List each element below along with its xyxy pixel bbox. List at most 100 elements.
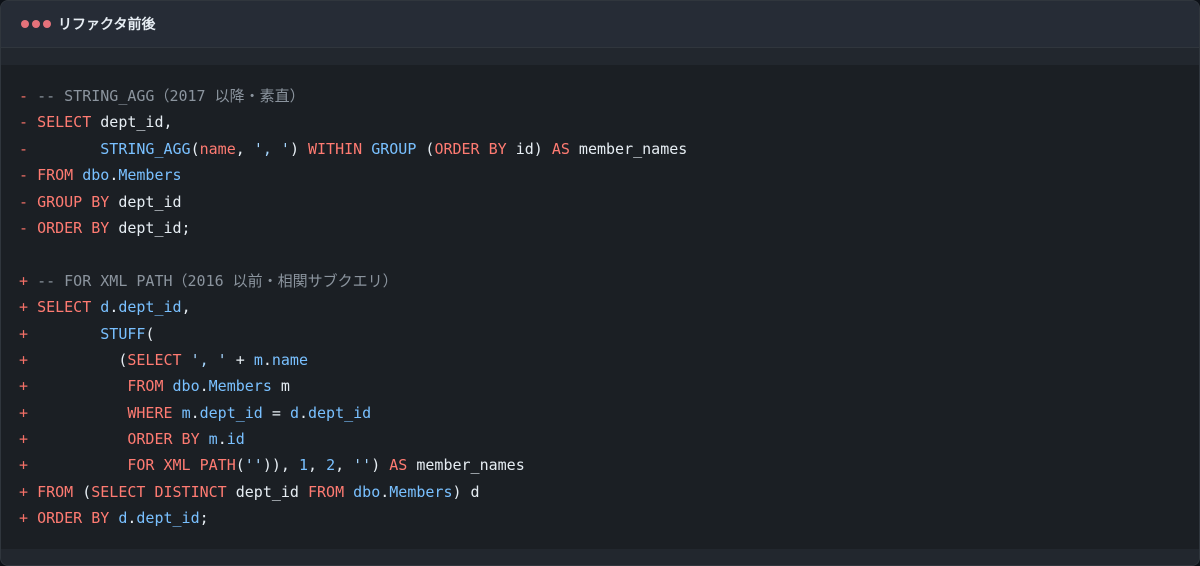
diff-marker: -	[19, 139, 38, 158]
code-token: ,	[235, 139, 254, 158]
code-token: 1	[298, 456, 308, 475]
code-line: - FROM dbo.Members	[19, 162, 687, 188]
code-token: .	[262, 350, 272, 369]
code-token: dept_id	[109, 192, 182, 211]
diff-marker: -	[19, 218, 38, 237]
code-token: dept_id	[118, 298, 182, 317]
code-token: AS	[389, 456, 408, 475]
code-token: ;	[199, 509, 209, 528]
diff-marker: -	[19, 192, 38, 211]
footer-band	[1, 549, 1199, 565]
code-token: 2	[326, 456, 336, 475]
code-token: .	[199, 377, 209, 396]
code-token: m	[271, 377, 290, 396]
code-line: + FOR XML PATH('')), 1, 2, '') AS member…	[19, 452, 687, 478]
code-token: ) d	[452, 482, 480, 501]
code-token: (	[73, 482, 92, 501]
code-token: (	[190, 139, 200, 158]
code-token: (	[37, 350, 128, 369]
diff-marker: -	[19, 87, 38, 105]
code-token: dept_id	[226, 482, 308, 501]
code-line: + ORDER BY d.dept_id;	[19, 505, 687, 531]
code-token: (	[235, 456, 245, 475]
code-token: ', '	[190, 350, 227, 369]
window-dot-icon	[32, 20, 40, 28]
code-token: id	[226, 430, 245, 449]
code-line: - -- STRING_AGG（2017 以降・素直）	[19, 83, 687, 109]
code-window: リファクタ前後 - -- STRING_AGG（2017 以降・素直） - SEL…	[0, 0, 1200, 566]
code-token: (	[416, 139, 435, 158]
code-token: .	[217, 430, 227, 449]
code-token: Members	[208, 377, 272, 396]
code-line: + FROM (SELECT DISTINCT dept_id FROM dbo…	[19, 479, 687, 505]
code-token: ,	[335, 456, 354, 475]
code-token: ', '	[253, 139, 290, 158]
code-token: FROM	[308, 482, 345, 501]
diff-marker: +	[19, 430, 38, 449]
code-token: SELECT	[37, 113, 92, 132]
code-token: WITHIN	[308, 139, 363, 158]
code-token: .	[190, 403, 200, 422]
code-token: dept_id	[199, 403, 263, 422]
code-token: d	[289, 403, 299, 422]
code-token: FROM	[37, 482, 74, 501]
code-line: - GROUP BY dept_id	[19, 189, 687, 215]
code-token: SELECT	[37, 298, 92, 317]
code-token: dept_id	[136, 509, 200, 528]
code-token: .	[298, 403, 308, 422]
code-token: m	[208, 430, 218, 449]
diff-marker: +	[19, 298, 38, 317]
code-token: Members	[389, 482, 453, 501]
title-bar: リファクタ前後	[1, 1, 1199, 48]
code-line: + -- FOR XML PATH（2016 以前・相関サブクエリ）	[19, 268, 687, 294]
code-lines: - -- STRING_AGG（2017 以降・素直） - SELECT dept…	[19, 83, 687, 532]
code-line: - ORDER BY dept_id;	[19, 215, 687, 241]
window-dot-icon	[43, 20, 51, 28]
code-token: )	[371, 456, 390, 475]
code-token: GROUP BY	[37, 192, 110, 211]
window-dots	[21, 20, 51, 28]
code-token: ORDER BY	[37, 218, 110, 237]
code-token: dept_id;	[109, 218, 191, 237]
code-token: ,	[181, 298, 191, 317]
code-token: AS	[551, 139, 570, 158]
code-token: name	[199, 139, 236, 158]
code-line: + STUFF(	[19, 321, 687, 347]
code-token: m	[253, 350, 263, 369]
diff-marker: +	[19, 403, 38, 422]
code-token: ORDER BY	[127, 430, 200, 449]
code-line: - SELECT dept_id,	[19, 109, 687, 135]
code-line: - STRING_AGG(name, ', ') WITHIN GROUP (O…	[19, 136, 687, 162]
code-line: + SELECT d.dept_id,	[19, 294, 687, 320]
code-token: name	[271, 350, 308, 369]
diff-marker: +	[19, 324, 38, 343]
code-token: m	[181, 403, 191, 422]
code-token: ,	[308, 456, 327, 475]
code-line: + ORDER BY m.id	[19, 426, 687, 452]
code-token: SELECT DISTINCT	[91, 482, 227, 501]
code-token: .	[380, 482, 390, 501]
diff-marker: +	[19, 509, 38, 528]
diff-marker: +	[19, 271, 38, 290]
code-token: GROUP	[371, 139, 417, 158]
diff-marker: +	[19, 350, 38, 369]
diff-marker: +	[19, 482, 38, 501]
window-title: リファクタ前後	[58, 17, 156, 33]
code-token: dbo	[82, 166, 110, 185]
code-token: member_names	[569, 139, 688, 158]
code-token: ''	[244, 456, 263, 475]
code-token: Members	[118, 166, 182, 185]
